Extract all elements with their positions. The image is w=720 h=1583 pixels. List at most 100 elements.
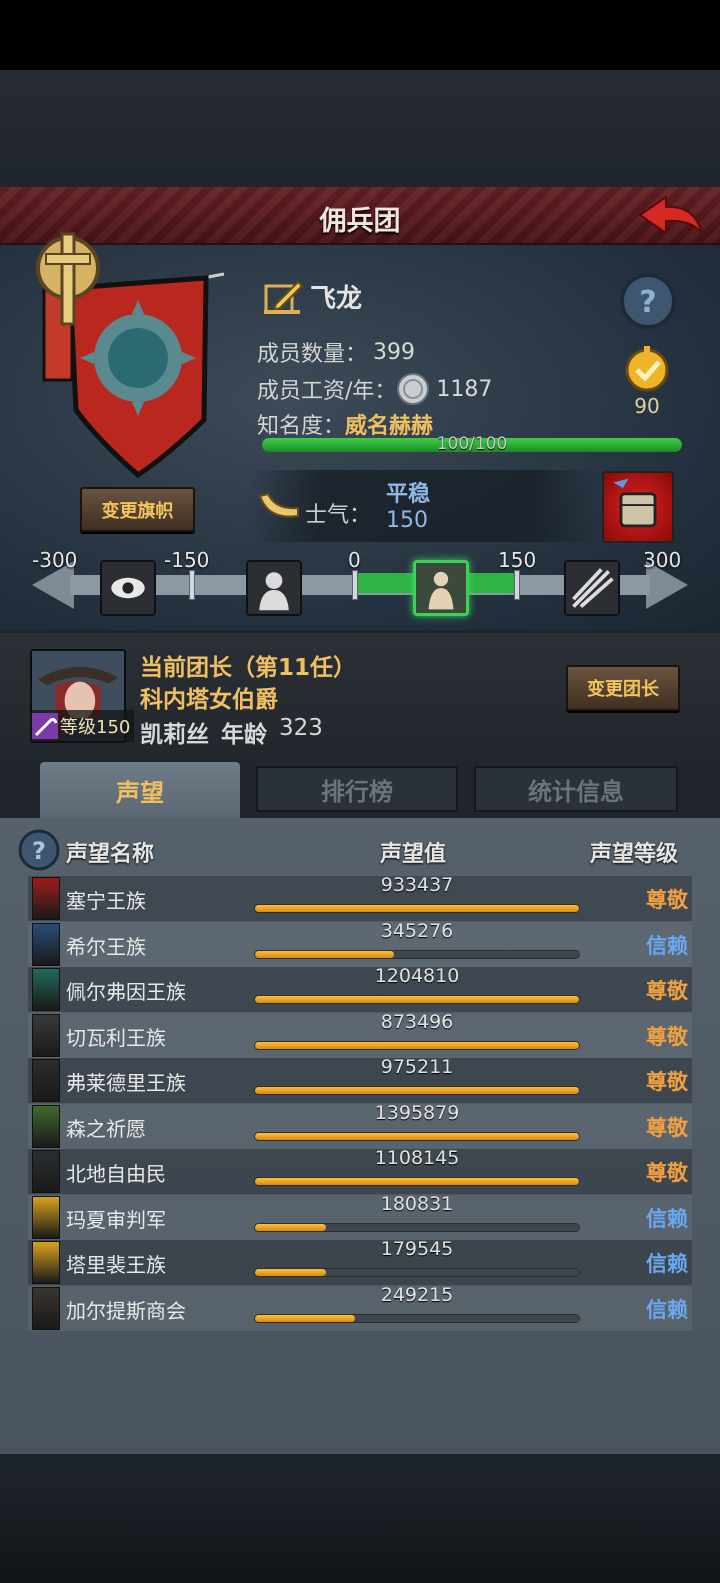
reputation-level: 尊敬 bbox=[646, 1161, 688, 1185]
reputation-progress-bar bbox=[254, 1313, 580, 1323]
reputation-level: 信赖 bbox=[646, 1206, 688, 1231]
svg-text:?: ? bbox=[32, 837, 46, 865]
status-bar-area bbox=[0, 0, 720, 70]
faction-name: 玛夏审判军 bbox=[66, 1207, 166, 1232]
faction-crest-icon bbox=[32, 1195, 60, 1239]
faction-name: 森之祈愿 bbox=[66, 1116, 146, 1141]
reputation-progress-fill bbox=[255, 1178, 579, 1185]
score-value: 90 bbox=[634, 394, 660, 418]
faction-crest-icon bbox=[32, 1104, 60, 1148]
reputation-row[interactable]: 塔里裴王族 179545 信赖 bbox=[28, 1238, 692, 1285]
leader-meta: 凯莉丝 年龄 323 bbox=[140, 715, 323, 749]
help-icon[interactable]: ? bbox=[619, 272, 677, 330]
reputation-level: 尊敬 bbox=[646, 979, 688, 1003]
reputation-progress-fill bbox=[255, 1223, 327, 1231]
reputation-value: 1204810 bbox=[374, 965, 460, 987]
reputation-progress-bar bbox=[254, 1040, 580, 1050]
back-arrow-icon[interactable] bbox=[636, 193, 706, 239]
salary-label: 成员工资/年： bbox=[257, 379, 397, 404]
col-header-name: 声望名称 bbox=[66, 842, 155, 867]
col-header-value: 声望值 bbox=[380, 842, 447, 867]
faction-crest-icon bbox=[32, 877, 60, 920]
scythe-icon bbox=[32, 713, 58, 739]
faction-crest-icon bbox=[32, 1241, 60, 1284]
scale-tick bbox=[189, 570, 195, 600]
faction-crest-icon bbox=[32, 1286, 60, 1330]
tab-reputation[interactable]: 声望 bbox=[40, 762, 240, 818]
change-flag-button[interactable]: 变更旗帜 bbox=[80, 487, 195, 532]
leader-level-badge: 等级150 bbox=[30, 710, 135, 742]
reputation-row[interactable]: 加尔提斯商会 249215 信赖 bbox=[28, 1283, 692, 1331]
morale-despair-icon[interactable] bbox=[246, 560, 302, 616]
leader-age-value: 323 bbox=[279, 715, 323, 741]
morale-value: 150 bbox=[386, 508, 428, 533]
reputation-progress-fill bbox=[255, 950, 395, 958]
reputation-value: 249215 bbox=[380, 1283, 454, 1306]
leader-person-name: 凯莉丝 bbox=[140, 722, 209, 748]
faction-name: 塔里裴王族 bbox=[66, 1253, 166, 1277]
leader-level: 等级150 bbox=[60, 717, 131, 738]
horn-icon bbox=[258, 492, 299, 518]
faction-name: 弗莱德里王族 bbox=[66, 1071, 186, 1095]
reputation-progress-bar bbox=[254, 995, 580, 1004]
tick-label: 150 bbox=[498, 548, 537, 572]
company-banner-icon bbox=[36, 232, 225, 479]
tab-leaderboard[interactable]: 排行榜 bbox=[256, 766, 458, 812]
reputation-progress-bar bbox=[254, 904, 580, 913]
reputation-help-icon[interactable]: ? bbox=[18, 829, 60, 871]
reputation-level: 尊敬 bbox=[646, 1115, 688, 1140]
reputation-row[interactable]: 切瓦利王族 873496 尊敬 bbox=[28, 1010, 692, 1058]
faction-crest-icon bbox=[32, 1150, 60, 1193]
reputation-row[interactable]: 北地自由民 1108145 尊敬 bbox=[28, 1147, 692, 1194]
reputation-row[interactable]: 弗莱德里王族 975211 尊敬 bbox=[28, 1056, 692, 1103]
reputation-value: 180831 bbox=[380, 1192, 454, 1215]
reputation-level: 信赖 bbox=[646, 933, 688, 958]
reputation-row[interactable]: 玛夏审判军 180831 信赖 bbox=[28, 1192, 692, 1240]
crest-score-icon[interactable] bbox=[615, 346, 679, 396]
fame-progress-text: 100/100 bbox=[436, 434, 508, 454]
morale-inspired-icon[interactable] bbox=[564, 560, 620, 616]
reputation-row[interactable]: 森之祈愿 1395879 尊敬 bbox=[28, 1101, 692, 1149]
silver-coin-icon bbox=[397, 373, 430, 405]
leader-title: 当前团长（第11任） bbox=[140, 655, 357, 681]
reputation-value: 873496 bbox=[380, 1010, 454, 1033]
reputation-value: 1108145 bbox=[374, 1147, 460, 1169]
tick-label: 300 bbox=[643, 548, 682, 572]
company-name[interactable]: 飞龙 bbox=[310, 278, 362, 315]
reputation-progress-fill bbox=[255, 996, 579, 1003]
faction-name: 北地自由民 bbox=[66, 1162, 166, 1186]
faction-name: 切瓦利王族 bbox=[66, 1025, 166, 1050]
reputation-value: 1395879 bbox=[374, 1101, 460, 1124]
change-leader-button[interactable]: 变更团长 bbox=[566, 665, 680, 711]
reputation-progress-fill bbox=[255, 1269, 327, 1276]
reputation-progress-bar bbox=[254, 1268, 580, 1277]
reputation-row[interactable]: 希尔王族 345276 信赖 bbox=[28, 920, 692, 967]
tick-label: 0 bbox=[348, 548, 361, 572]
reputation-progress-bar bbox=[254, 949, 580, 959]
faction-name: 塞宁王族 bbox=[66, 889, 146, 913]
reputation-progress-fill bbox=[255, 1314, 356, 1322]
faction-crest-icon bbox=[32, 1059, 60, 1102]
reputation-level: 信赖 bbox=[646, 1252, 688, 1276]
reputation-progress-bar bbox=[254, 1131, 580, 1141]
faction-crest-icon bbox=[32, 922, 60, 966]
reputation-level: 尊敬 bbox=[646, 888, 688, 912]
reputation-level: 尊敬 bbox=[646, 1024, 688, 1049]
salary-value: 1187 bbox=[436, 376, 493, 402]
company-name-row: 飞龙 bbox=[262, 276, 362, 316]
edit-name-icon[interactable] bbox=[262, 276, 304, 316]
reputation-row[interactable]: 佩尔弗因王族 1204810 尊敬 bbox=[28, 965, 692, 1012]
member-count-value: 399 bbox=[373, 339, 416, 365]
reputation-level: 信赖 bbox=[646, 1297, 688, 1322]
salary-row: 成员工资/年： 1187 bbox=[257, 372, 492, 406]
reputation-progress-fill bbox=[255, 905, 579, 912]
reputation-row[interactable]: 塞宁王族 933437 尊敬 bbox=[28, 874, 692, 921]
morale-steady-icon[interactable] bbox=[413, 560, 469, 616]
tab-statistics[interactable]: 统计信息 bbox=[474, 766, 678, 812]
tick-label: -150 bbox=[164, 548, 210, 572]
morale-panic-icon[interactable] bbox=[100, 560, 156, 616]
war-drum-icon[interactable] bbox=[602, 471, 674, 543]
fame-progress-bar: 100/100 bbox=[262, 434, 682, 454]
faction-name: 佩尔弗因王族 bbox=[66, 980, 186, 1004]
faction-name: 加尔提斯商会 bbox=[66, 1298, 186, 1323]
